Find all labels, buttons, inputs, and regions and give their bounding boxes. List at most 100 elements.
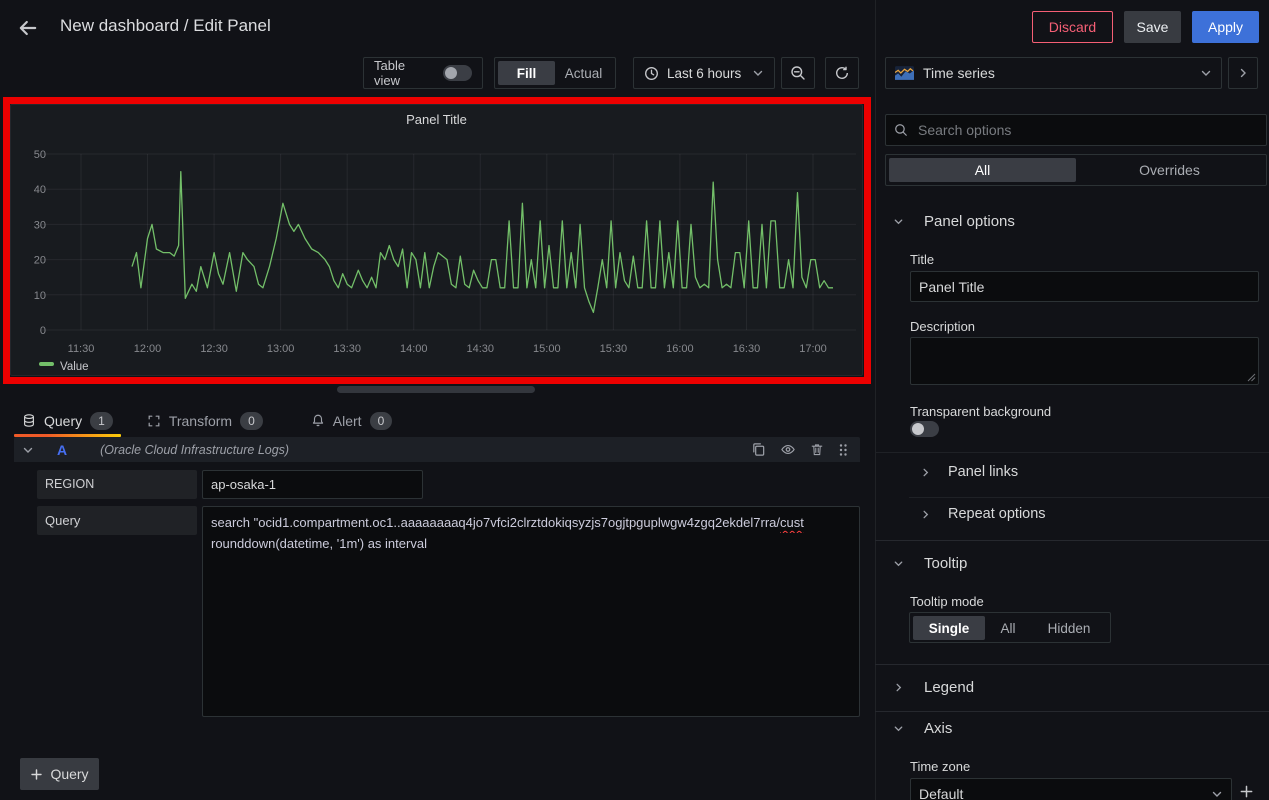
- svg-text:15:30: 15:30: [600, 343, 628, 355]
- toggle-query-visibility-button[interactable]: [780, 442, 796, 457]
- divider: [875, 664, 1269, 665]
- options-search-input[interactable]: [916, 121, 1258, 139]
- grafana-panel-editor: New dashboard / Edit Panel Discard Save …: [0, 0, 1269, 800]
- tab-alert-label: Alert: [333, 413, 362, 429]
- tab-query-label: Query: [44, 413, 82, 429]
- database-icon: [22, 413, 36, 428]
- transparent-bg-toggle[interactable]: [910, 421, 939, 437]
- query-datasource-name: (Oracle Cloud Infrastructure Logs): [100, 443, 289, 457]
- section-tooltip[interactable]: Tooltip: [893, 555, 967, 572]
- tooltip-mode-hidden[interactable]: Hidden: [1031, 616, 1107, 640]
- horizontal-scrollbar[interactable]: [337, 386, 535, 393]
- duplicate-query-button[interactable]: [751, 442, 766, 457]
- tab-alert-count: 0: [370, 412, 393, 430]
- region-field-label: REGION: [37, 470, 197, 499]
- legend-series-label: Value: [60, 361, 89, 373]
- add-query-button[interactable]: Query: [20, 758, 99, 790]
- tab-all[interactable]: All: [889, 158, 1076, 182]
- collapse-query-row-button[interactable]: [22, 444, 34, 456]
- description-field-label: Description: [910, 319, 975, 334]
- tab-alert[interactable]: Alert 0: [303, 404, 400, 437]
- delete-query-button[interactable]: [810, 442, 824, 457]
- svg-text:0: 0: [40, 325, 46, 337]
- time-range-picker[interactable]: Last 6 hours: [633, 57, 775, 89]
- visualization-picker[interactable]: Time series: [885, 57, 1222, 89]
- resize-handle-icon[interactable]: [1247, 373, 1256, 382]
- query-text-line2: rounddown(datetime, '1m') as interval: [211, 533, 851, 554]
- svg-text:14:00: 14:00: [400, 343, 428, 355]
- svg-text:40: 40: [34, 184, 46, 196]
- grip-dots-icon: [838, 443, 848, 457]
- panel-description-textarea[interactable]: [910, 337, 1259, 385]
- svg-text:12:30: 12:30: [200, 343, 228, 355]
- chevron-right-icon: [1237, 67, 1249, 79]
- panel-title-input[interactable]: [910, 271, 1259, 302]
- section-legend[interactable]: Legend: [893, 679, 974, 696]
- tab-transform[interactable]: Transform 0: [139, 404, 271, 437]
- options-search: [885, 114, 1267, 146]
- arrow-left-icon: [16, 16, 42, 40]
- query-row-header: A (Oracle Cloud Infrastructure Logs): [14, 437, 860, 462]
- page-title: New dashboard / Edit Panel: [60, 16, 271, 36]
- chart-grid: [41, 154, 856, 330]
- table-view-toggle[interactable]: [443, 65, 472, 81]
- tab-query[interactable]: Query 1: [14, 404, 121, 437]
- section-panel-options[interactable]: Panel options: [893, 213, 1015, 230]
- plus-icon: [30, 768, 43, 781]
- expand-options-button[interactable]: [1228, 57, 1258, 89]
- editor-tabs: Query 1 Transform 0 Alert 0: [14, 404, 400, 437]
- table-view-group: Table view: [363, 57, 483, 89]
- search-icon: [894, 123, 908, 137]
- actual-option[interactable]: Actual: [555, 61, 612, 85]
- chevron-down-icon: [893, 558, 904, 569]
- timezone-value: Default: [919, 786, 963, 800]
- trash-icon: [810, 442, 824, 457]
- svg-text:50: 50: [34, 149, 46, 161]
- chevron-down-icon: [752, 67, 764, 79]
- tooltip-mode-label: Tooltip mode: [910, 594, 984, 609]
- divider: [875, 711, 1269, 712]
- divider: [875, 452, 1269, 453]
- chevron-down-icon: [893, 723, 904, 734]
- clock-icon: [644, 66, 659, 81]
- svg-text:17:00: 17:00: [799, 343, 827, 355]
- refresh-icon: [834, 65, 850, 81]
- timeseries-panel: Panel Title 0102030405011:3012:0012:3013…: [10, 104, 863, 376]
- timezone-select[interactable]: Default: [910, 778, 1232, 800]
- section-repeat-options[interactable]: Repeat options: [920, 506, 1046, 522]
- svg-text:11:30: 11:30: [68, 343, 95, 355]
- table-view-label: Table view: [374, 58, 434, 88]
- svg-text:13:00: 13:00: [267, 343, 295, 355]
- tooltip-mode-single[interactable]: Single: [913, 616, 985, 640]
- divider: [875, 540, 1269, 541]
- timeseries-chart: 0102030405011:3012:0012:3013:0013:3014:0…: [11, 105, 864, 377]
- chevron-down-icon: [1211, 788, 1223, 800]
- visualization-name: Time series: [923, 65, 995, 81]
- tab-overrides[interactable]: Overrides: [1076, 158, 1263, 182]
- series-line-value: [132, 172, 833, 313]
- query-textarea[interactable]: search "ocid1.compartment.oc1..aaaaaaaaq…: [202, 506, 860, 717]
- section-axis[interactable]: Axis: [893, 720, 952, 737]
- legend-series-swatch: [39, 362, 54, 366]
- misspelled-word: cust: [780, 515, 804, 530]
- svg-text:10: 10: [34, 290, 46, 302]
- tooltip-mode-all[interactable]: All: [985, 616, 1031, 640]
- chevron-right-icon: [920, 467, 931, 478]
- section-panel-links[interactable]: Panel links: [920, 464, 1018, 480]
- region-input[interactable]: [202, 470, 423, 499]
- time-range-value: Last 6 hours: [667, 66, 741, 81]
- fill-option[interactable]: Fill: [498, 61, 555, 85]
- zoom-out-button[interactable]: [781, 57, 815, 89]
- back-button[interactable]: [16, 15, 42, 41]
- title-field-label: Title: [910, 252, 934, 267]
- timezone-label: Time zone: [910, 759, 970, 774]
- add-timezone-button[interactable]: [1239, 784, 1254, 799]
- svg-text:16:00: 16:00: [666, 343, 694, 355]
- eye-icon: [780, 442, 796, 457]
- drag-handle[interactable]: [838, 443, 848, 457]
- chart-legend-item[interactable]: Value: [39, 361, 89, 373]
- copy-icon: [751, 442, 766, 457]
- refresh-button[interactable]: [825, 57, 859, 89]
- chart-axis-labels: 0102030405011:3012:0012:3013:0013:3014:0…: [34, 149, 827, 355]
- divider: [909, 497, 1269, 498]
